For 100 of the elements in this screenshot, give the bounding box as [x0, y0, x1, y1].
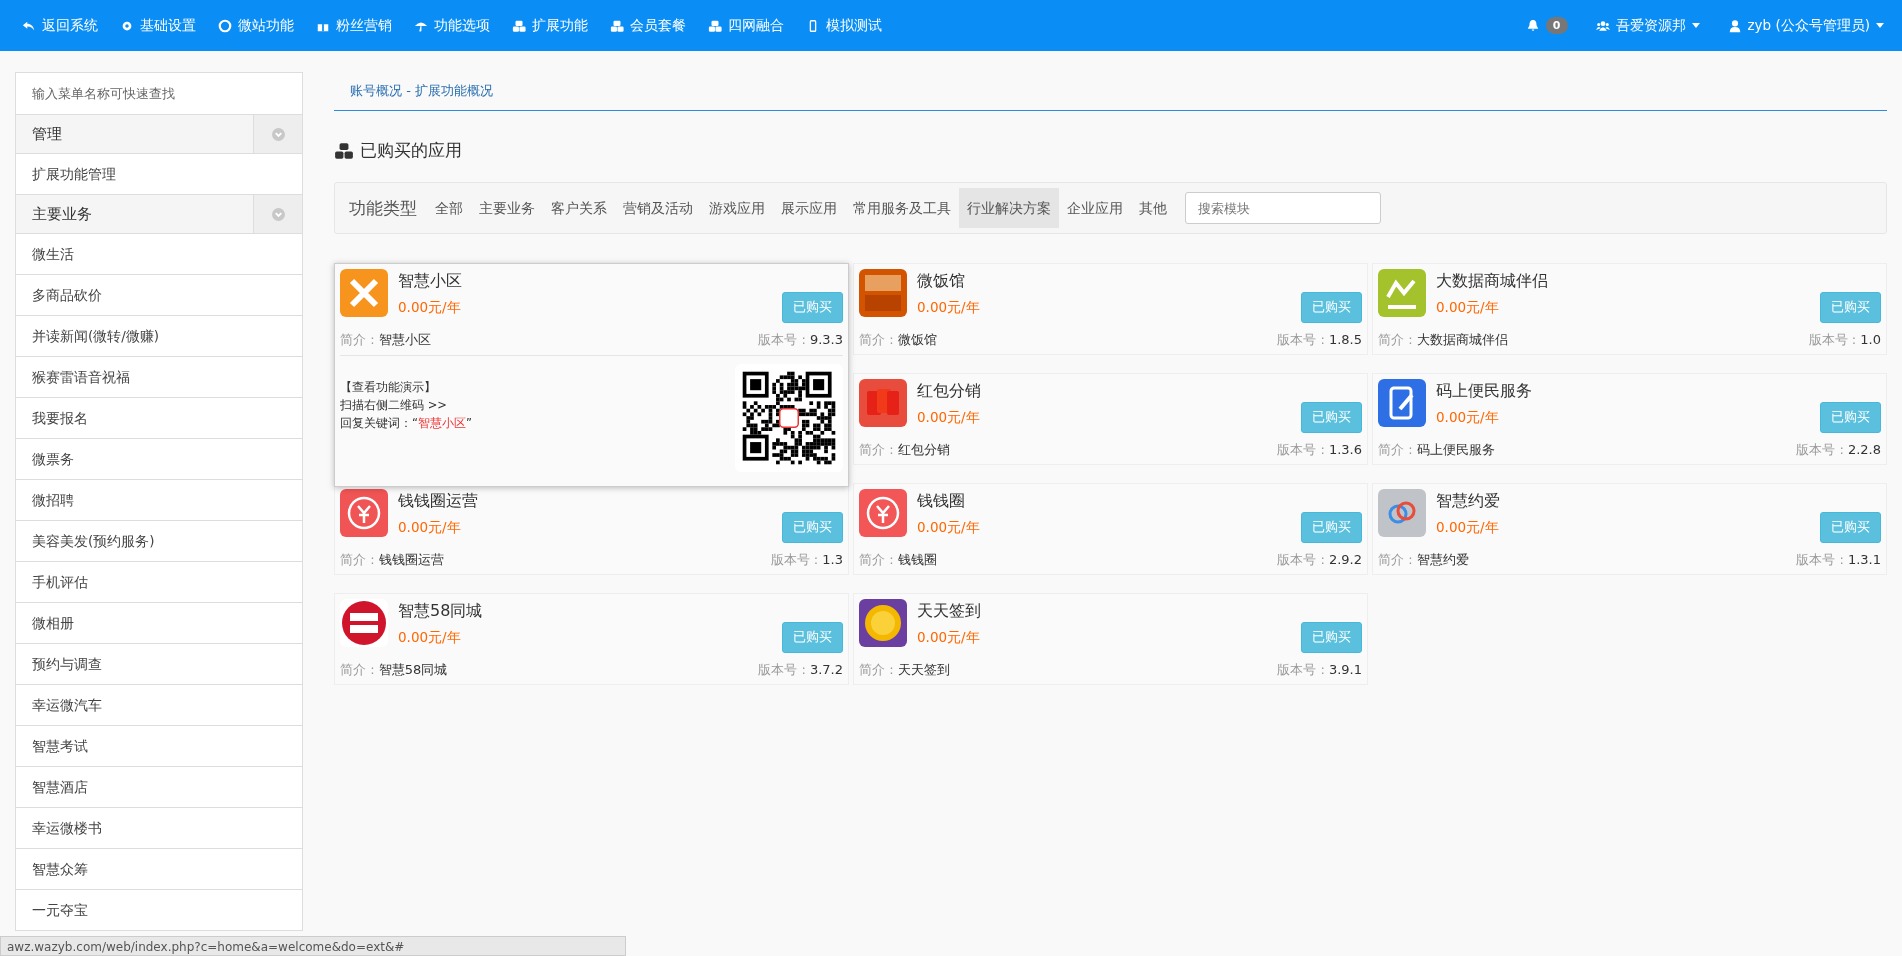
sidebar-item[interactable]: 智慧考试 — [16, 726, 302, 767]
app-icon — [859, 599, 907, 647]
module-search-field[interactable]: 搜索模块 — [1185, 192, 1381, 224]
app-description: 简介 : 智慧约爱 — [1378, 551, 1469, 569]
sidebar-item[interactable]: 并读新闻(微转/微赚) — [16, 316, 302, 357]
cubes-icon — [334, 141, 354, 160]
app-icon — [340, 489, 388, 537]
sidebar-item[interactable]: 智慧酒店 — [16, 767, 302, 808]
category-tab[interactable]: 企业应用 — [1059, 188, 1131, 228]
app-name: 大数据商城伴侣 — [1436, 271, 1549, 292]
sidebar-item[interactable]: 预约与调查 — [16, 644, 302, 685]
app-icon — [340, 269, 388, 317]
nav-icon — [708, 18, 722, 33]
app-price: 0.00元/年 — [398, 519, 462, 537]
category-tab[interactable]: 游戏应用 — [701, 188, 773, 228]
app-version: 版本号 : 1.0 — [1808, 331, 1881, 349]
menu-group-header[interactable]: 管理 — [16, 115, 302, 154]
caret-icon — [1691, 23, 1700, 28]
demo-title: 【查看功能演示】 — [340, 379, 437, 396]
app-description: 简介 : 微饭馆 — [859, 331, 937, 349]
breadcrumb: 账号概况 - 扩展功能概况 — [334, 72, 1887, 111]
category-tab[interactable]: 主要业务 — [471, 188, 543, 228]
sidebar-item[interactable]: 幸运微汽车 — [16, 685, 302, 726]
menu-group-header[interactable]: 主要业务 — [16, 195, 302, 234]
app-icon — [340, 599, 388, 647]
app-price: 0.00元/年 — [398, 299, 462, 317]
app-description: 简介 : 智慧58同城 — [340, 661, 448, 679]
notifications-button[interactable]: 0 — [1525, 17, 1568, 34]
app-icon — [1378, 489, 1426, 537]
sidebar-item[interactable]: 微票务 — [16, 439, 302, 480]
app-price: 0.00元/年 — [917, 299, 981, 317]
sidebar-item[interactable]: 幸运微楼书 — [16, 808, 302, 849]
app-description: 简介 : 大数据商城伴侣 — [1378, 331, 1508, 349]
app-price: 0.00元/年 — [398, 629, 462, 647]
app-description: 简介 : 钱钱圈运营 — [340, 551, 444, 569]
category-tab[interactable]: 全部 — [427, 188, 471, 228]
demo-keyword: 回复关键词：“智慧小区” — [340, 415, 472, 432]
user-icon — [1727, 18, 1742, 33]
category-tab[interactable]: 客户关系 — [543, 188, 615, 228]
app-icon — [859, 379, 907, 427]
status-bar: awz.wazyb.com/web/index.php?c=home&a=welcome&do=ext&# — [0, 936, 626, 956]
app-name: 钱钱圈 — [917, 491, 966, 512]
nav-icon — [610, 18, 624, 33]
demo-hint: 扫描右侧二维码 >> — [340, 397, 448, 414]
nav-icon — [218, 18, 232, 33]
app-price: 0.00元/年 — [1436, 299, 1500, 317]
category-tab[interactable]: 展示应用 — [773, 188, 845, 228]
app-description: 简介 : 钱钱圈 — [859, 551, 937, 569]
app-version: 版本号 : 1.3.1 — [1796, 551, 1881, 569]
app-name: 智慧58同城 — [398, 601, 484, 622]
category-tab[interactable]: 营销及活动 — [615, 188, 701, 228]
app-name: 红包分销 — [917, 381, 982, 402]
sidebar-item[interactable]: 智慧众筹 — [16, 849, 302, 890]
app-version: 版本号 : 9.3.3 — [758, 331, 843, 349]
app-name: 智慧约爱 — [1436, 491, 1501, 512]
app-version: 版本号 : 1.8.5 — [1277, 331, 1362, 349]
sidebar-item[interactable]: 微相册 — [16, 603, 302, 644]
app-price: 0.00元/年 — [1436, 409, 1500, 427]
users-icon — [1595, 18, 1610, 33]
bell-icon — [1525, 18, 1540, 33]
app-price: 0.00元/年 — [917, 409, 981, 427]
chevron-down-icon — [271, 207, 285, 221]
app-name: 微饭馆 — [917, 271, 966, 292]
notification-count: 0 — [1545, 17, 1568, 34]
sidebar-item[interactable]: 手机评估 — [16, 562, 302, 603]
sidebar-item[interactable]: 微招聘 — [16, 480, 302, 521]
app-name: 码上便民服务 — [1436, 381, 1533, 402]
section-title: 已购买的应用 — [360, 139, 462, 162]
app-version: 版本号 : 2.9.2 — [1277, 551, 1362, 569]
app-version: 版本号 : 2.2.8 — [1796, 441, 1881, 459]
app-price: 0.00元/年 — [917, 519, 981, 537]
app-version: 版本号 : 1.3 — [770, 551, 843, 569]
app-description: 简介 : 天天签到 — [859, 661, 950, 679]
nav-icon — [512, 18, 526, 33]
app-version: 版本号 : 3.7.2 — [758, 661, 843, 679]
app-version: 版本号 : 1.3.6 — [1277, 441, 1362, 459]
app-icon — [859, 269, 907, 317]
app-version: 版本号 : 3.9.1 — [1277, 661, 1362, 679]
app-description: 简介 : 码上便民服务 — [1378, 441, 1495, 459]
category-tab[interactable]: 常用服务及工具 — [845, 188, 959, 228]
chevron-down-icon — [271, 127, 285, 141]
sidebar-item[interactable]: 多商品砍价 — [16, 275, 302, 316]
app-icon — [1378, 269, 1426, 317]
filter-label: 功能类型 — [349, 196, 417, 220]
app-name: 钱钱圈运营 — [398, 491, 479, 512]
sidebar-item[interactable]: 我要报名 — [16, 398, 302, 439]
app-icon — [859, 489, 907, 537]
sidebar-item[interactable]: 微生活 — [16, 234, 302, 275]
app-name: 智慧小区 — [398, 271, 463, 292]
sidebar-item[interactable]: 猴赛雷语音祝福 — [16, 357, 302, 398]
app-price: 0.00元/年 — [1436, 519, 1500, 537]
app-name: 天天签到 — [917, 601, 982, 622]
app-price: 0.00元/年 — [917, 629, 981, 647]
sidebar-item[interactable]: 一元夺宝 — [16, 890, 302, 931]
category-tab[interactable]: 行业解决方案 — [959, 188, 1059, 228]
caret-icon — [1876, 23, 1884, 28]
category-tab[interactable]: 其他 — [1131, 188, 1175, 228]
sidebar-item[interactable]: 美容美发(预约服务) — [16, 521, 302, 562]
app-description: 简介 : 红包分销 — [859, 441, 950, 459]
app-icon — [1378, 379, 1426, 427]
